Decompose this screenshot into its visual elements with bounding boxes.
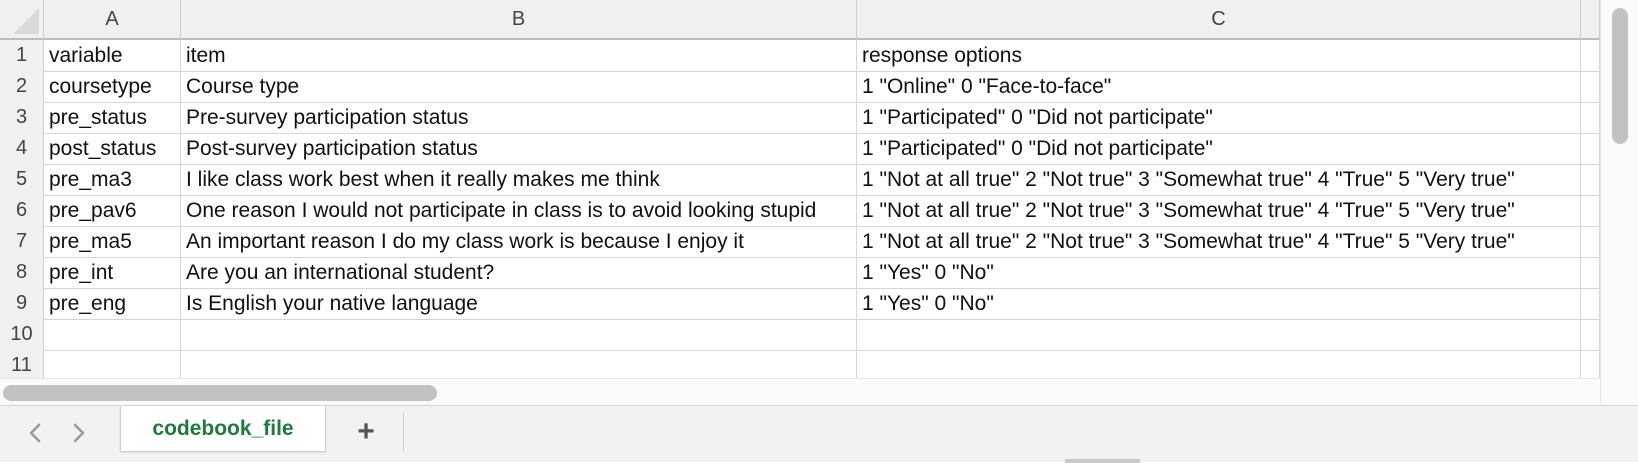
row-header[interactable]: 2 — [0, 71, 44, 103]
table-row: 9 pre_eng Is English your native languag… — [0, 288, 1600, 320]
vertical-scroll-thumb[interactable] — [1612, 8, 1628, 144]
table-row: 3 pre_status Pre-survey participation st… — [0, 102, 1600, 134]
cell-b10[interactable] — [181, 319, 857, 351]
cell-d11[interactable] — [1581, 350, 1600, 378]
row-header[interactable]: 6 — [0, 195, 44, 227]
column-header-c[interactable]: C — [857, 0, 1581, 40]
row-header[interactable]: 10 — [0, 319, 44, 351]
table-row: 7 pre_ma5 An important reason I do my cl… — [0, 226, 1600, 258]
cell-d9[interactable] — [1581, 288, 1600, 320]
cell-a11[interactable] — [44, 350, 181, 378]
cell-d2[interactable] — [1581, 71, 1600, 103]
column-header-d[interactable] — [1581, 0, 1600, 40]
table-row: 4 post_status Post-survey participation … — [0, 133, 1600, 165]
cell-b2[interactable]: Course type — [181, 71, 857, 103]
horizontal-scroll-thumb[interactable] — [3, 385, 437, 401]
cell-b9[interactable]: Is English your native language — [181, 288, 857, 320]
cell-c2[interactable]: 1 "Online" 0 "Face-to-face" — [857, 71, 1581, 103]
chevron-left-icon[interactable] — [20, 418, 50, 448]
spreadsheet-grid: A B C 1 variable item response options 2… — [0, 0, 1600, 378]
column-header-b[interactable]: B — [181, 0, 857, 40]
select-all-triangle-icon — [13, 8, 39, 34]
cell-b1[interactable]: item — [181, 40, 857, 72]
row-header[interactable]: 11 — [0, 350, 44, 378]
cell-a1[interactable]: variable — [44, 40, 181, 72]
cell-b7[interactable]: An important reason I do my class work i… — [181, 226, 857, 258]
add-sheet-button[interactable]: + — [350, 415, 382, 448]
table-row: 2 coursetype Course type 1 "Online" 0 "F… — [0, 71, 1600, 103]
row-header[interactable]: 4 — [0, 133, 44, 165]
cell-c3[interactable]: 1 "Participated" 0 "Did not participate" — [857, 102, 1581, 134]
cell-c6[interactable]: 1 "Not at all true" 2 "Not true" 3 "Some… — [857, 195, 1581, 227]
cell-d10[interactable] — [1581, 319, 1600, 351]
table-row: 1 variable item response options — [0, 40, 1600, 72]
cell-a2[interactable]: coursetype — [44, 71, 181, 103]
cell-d1[interactable] — [1581, 40, 1600, 72]
sheet-tab-bar: codebook_file + — [0, 405, 1638, 463]
table-row: 8 pre_int Are you an international stude… — [0, 257, 1600, 289]
cell-a6[interactable]: pre_pav6 — [44, 195, 181, 227]
cell-c5[interactable]: 1 "Not at all true" 2 "Not true" 3 "Some… — [857, 164, 1581, 196]
horizontal-scrollbar[interactable] — [0, 378, 1600, 405]
column-header-a[interactable]: A — [44, 0, 181, 40]
row-header[interactable]: 1 — [0, 40, 44, 72]
cell-d7[interactable] — [1581, 226, 1600, 258]
cell-a3[interactable]: pre_status — [44, 102, 181, 134]
row-header[interactable]: 9 — [0, 288, 44, 320]
cell-a5[interactable]: pre_ma3 — [44, 164, 181, 196]
cell-c7[interactable]: 1 "Not at all true" 2 "Not true" 3 "Some… — [857, 226, 1581, 258]
row-header[interactable]: 8 — [0, 257, 44, 289]
cell-c8[interactable]: 1 "Yes" 0 "No" — [857, 257, 1581, 289]
row-header[interactable]: 3 — [0, 102, 44, 134]
cell-b11[interactable] — [181, 350, 857, 378]
table-row: 10 — [0, 319, 1600, 351]
cell-b5[interactable]: I like class work best when it really ma… — [181, 164, 857, 196]
cell-c4[interactable]: 1 "Participated" 0 "Did not participate" — [857, 133, 1581, 165]
cell-c10[interactable] — [857, 319, 1581, 351]
cell-c1[interactable]: response options — [857, 40, 1581, 72]
cell-d4[interactable] — [1581, 133, 1600, 165]
table-row: 5 pre_ma3 I like class work best when it… — [0, 164, 1600, 196]
cell-d8[interactable] — [1581, 257, 1600, 289]
cell-b8[interactable]: Are you an international student? — [181, 257, 857, 289]
cell-a9[interactable]: pre_eng — [44, 288, 181, 320]
cell-d3[interactable] — [1581, 102, 1600, 134]
window-resize-handle[interactable] — [1065, 459, 1140, 463]
chevron-right-icon[interactable] — [64, 418, 94, 448]
cell-c9[interactable]: 1 "Yes" 0 "No" — [857, 288, 1581, 320]
table-row: 11 — [0, 350, 1600, 378]
tab-divider — [403, 412, 404, 452]
cell-a8[interactable]: pre_int — [44, 257, 181, 289]
cell-b4[interactable]: Post-survey participation status — [181, 133, 857, 165]
row-header[interactable]: 5 — [0, 164, 44, 196]
cell-d5[interactable] — [1581, 164, 1600, 196]
row-header[interactable]: 7 — [0, 226, 44, 258]
sheet-tab-codebook-file[interactable]: codebook_file — [120, 406, 326, 452]
cell-b3[interactable]: Pre-survey participation status — [181, 102, 857, 134]
cell-d6[interactable] — [1581, 195, 1600, 227]
cell-c11[interactable] — [857, 350, 1581, 378]
cell-a4[interactable]: post_status — [44, 133, 181, 165]
table-row: 6 pre_pav6 One reason I would not partic… — [0, 195, 1600, 227]
cell-b6[interactable]: One reason I would not participate in cl… — [181, 195, 857, 227]
select-all-corner[interactable] — [0, 0, 44, 40]
cell-a10[interactable] — [44, 319, 181, 351]
vertical-scrollbar[interactable] — [1600, 0, 1638, 405]
cell-a7[interactable]: pre_ma5 — [44, 226, 181, 258]
